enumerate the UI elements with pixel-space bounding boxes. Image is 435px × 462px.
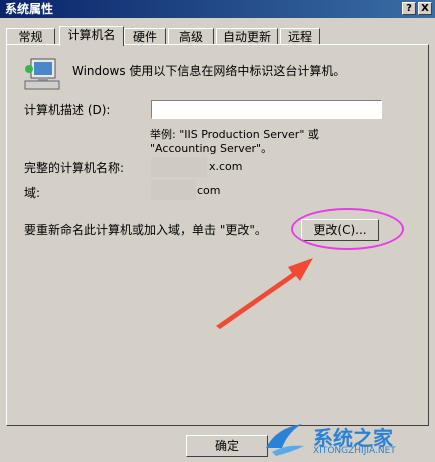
title-bar: 系统属性 ? X: [0, 0, 435, 18]
tab-computer-name[interactable]: 计算机名: [59, 26, 124, 46]
full-name-label: 完整的计算机名称:: [24, 161, 125, 175]
ok-button[interactable]: 确定: [186, 435, 268, 457]
full-name-value: x.com: [209, 160, 243, 173]
tab-advanced[interactable]: 高级: [168, 28, 214, 45]
watermark-url: XITONGZHIJIA.NET: [313, 446, 396, 456]
annotation-circle: [291, 208, 404, 250]
redacted-domain: [151, 180, 196, 200]
description-input[interactable]: [151, 100, 382, 119]
tab-hardware[interactable]: 硬件: [124, 28, 166, 45]
annotation-arrow-icon: [216, 258, 313, 329]
redacted-name: [151, 157, 207, 177]
window-title: 系统属性: [5, 2, 54, 16]
close-button[interactable]: X: [418, 2, 432, 15]
description-label: 计算机描述 (D):: [24, 103, 111, 117]
tab-remote[interactable]: 远程: [280, 28, 320, 45]
intro-text: Windows 使用以下信息在网络中标识这台计算机。: [72, 64, 346, 78]
domain-value: com: [197, 184, 221, 197]
domain-label: 域:: [24, 186, 41, 200]
tab-general[interactable]: 常规: [6, 28, 55, 45]
watermark-logo-icon: [266, 424, 304, 456]
computer-icon: [24, 58, 60, 90]
help-button[interactable]: ?: [402, 2, 416, 15]
tab-auto-update[interactable]: 自动更新: [216, 28, 278, 45]
example-line-2: "Accounting Server"。: [150, 142, 273, 155]
rename-instructions: 要重新命名此计算机或加入域，单击 "更改"。: [24, 223, 267, 237]
